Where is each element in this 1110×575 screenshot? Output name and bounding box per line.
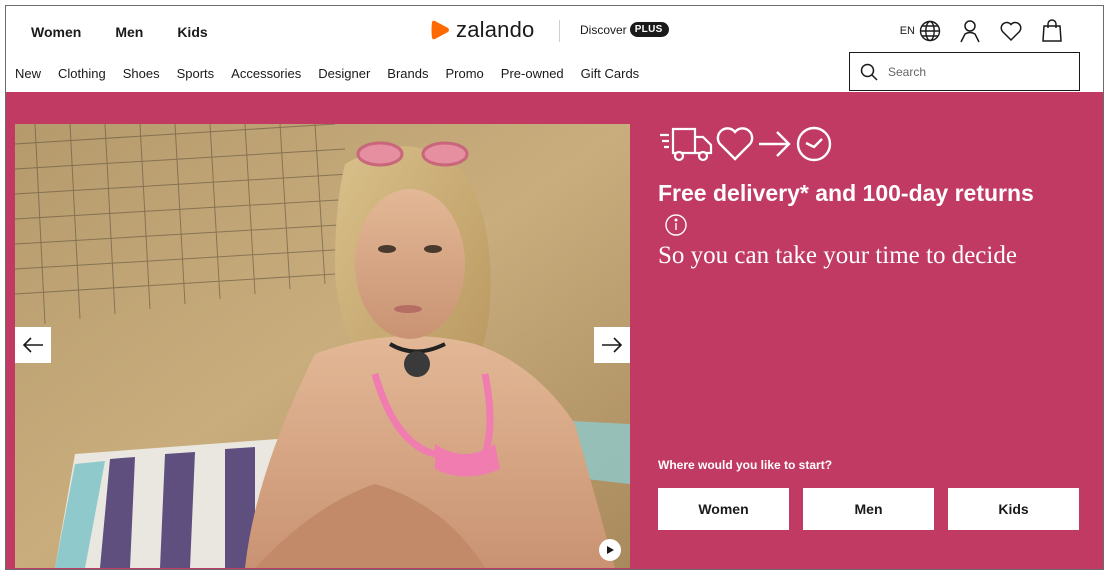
- video-play-button[interactable]: [599, 539, 621, 561]
- arrow-left-icon: [22, 337, 43, 353]
- plus-badge: PLUS: [629, 22, 669, 37]
- heart-icon: [716, 127, 754, 161]
- play-icon: [607, 546, 614, 554]
- header-divider: [559, 20, 560, 42]
- hero-banner: Free delivery* and 100-day returns So yo…: [6, 92, 1103, 569]
- language-code: EN: [899, 25, 915, 37]
- bag-icon[interactable]: [1041, 19, 1063, 43]
- category-shoes[interactable]: Shoes: [123, 66, 160, 81]
- user-icon[interactable]: [959, 19, 981, 43]
- category-sports[interactable]: Sports: [177, 66, 215, 81]
- category-gift-cards[interactable]: Gift Cards: [581, 66, 640, 81]
- start-women-button[interactable]: Women: [658, 488, 789, 530]
- category-brands[interactable]: Brands: [387, 66, 428, 81]
- delivery-truck-icon: [660, 127, 713, 162]
- category-pre-owned[interactable]: Pre-owned: [501, 66, 564, 81]
- gender-nav-kids[interactable]: Kids: [177, 24, 207, 40]
- carousel-next-button[interactable]: [594, 327, 630, 363]
- clock-icon: [796, 126, 832, 162]
- zalando-logo-icon: [431, 20, 449, 40]
- globe-icon: [919, 20, 941, 42]
- info-icon[interactable]: [665, 214, 687, 241]
- category-new[interactable]: New: [15, 66, 41, 81]
- hero-image[interactable]: [15, 124, 630, 568]
- header-icons: EN: [900, 19, 1063, 43]
- arrow-right-icon: [759, 131, 791, 157]
- language-selector[interactable]: EN: [900, 20, 941, 42]
- zalando-logo[interactable]: zalando: [429, 17, 534, 43]
- start-buttons: Women Men Kids: [658, 488, 1079, 530]
- search-input[interactable]: [888, 64, 1058, 79]
- category-clothing[interactable]: Clothing: [58, 66, 106, 81]
- promo-title: Free delivery* and 100-day returns: [658, 180, 1034, 206]
- category-nav: New Clothing Shoes Sports Accessories De…: [15, 66, 656, 81]
- logo-wordmark: zalando: [456, 17, 535, 42]
- start-men-button[interactable]: Men: [803, 488, 934, 530]
- category-accessories[interactable]: Accessories: [231, 66, 301, 81]
- promo-subtitle: So you can take your time to decide: [658, 242, 1017, 269]
- search-icon: [860, 63, 878, 81]
- page-frame: Women Men Kids zalando Discover PLUS EN: [5, 5, 1104, 570]
- discover-plus-link[interactable]: Discover PLUS: [580, 22, 669, 37]
- category-designer[interactable]: Designer: [318, 66, 370, 81]
- category-promo[interactable]: Promo: [445, 66, 483, 81]
- discover-label: Discover: [580, 22, 627, 37]
- gender-nav-women[interactable]: Women: [31, 24, 81, 40]
- search-box[interactable]: [849, 52, 1080, 91]
- start-kids-button[interactable]: Kids: [948, 488, 1079, 530]
- arrow-right-icon: [602, 337, 623, 353]
- start-label: Where would you like to start?: [658, 458, 833, 472]
- gender-nav: Women Men Kids: [31, 24, 208, 40]
- wishlist-heart-icon[interactable]: [999, 20, 1023, 42]
- carousel-prev-button[interactable]: [15, 327, 51, 363]
- gender-nav-men[interactable]: Men: [115, 24, 143, 40]
- promo-icons: [659, 125, 833, 163]
